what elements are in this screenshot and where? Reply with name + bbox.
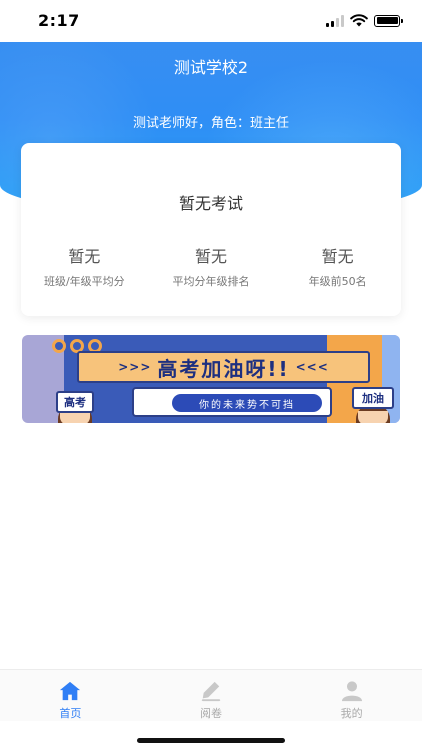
wifi-icon xyxy=(350,14,368,27)
home-indicator[interactable] xyxy=(137,738,285,743)
tab-grading[interactable]: 阅卷 xyxy=(141,670,282,721)
tab-home[interactable]: 首页 xyxy=(0,670,141,721)
stat-value: 暂无 xyxy=(195,247,228,266)
tab-label: 我的 xyxy=(340,707,363,720)
exam-summary-card[interactable]: 暂无考试 暂无 班级/年级平均分 暂无 平均分年级排名 暂无 年级前50名 xyxy=(21,143,401,316)
pen-icon xyxy=(201,681,221,702)
teacher-greeting: 测试老师好，角色：班主任 xyxy=(132,116,289,131)
stat-label: 班级/年级平均分 xyxy=(43,275,125,288)
banner-right-arrows: <<< xyxy=(295,360,329,374)
battery-icon xyxy=(374,14,403,27)
status-bar: 2:17 xyxy=(0,0,422,42)
stat-average-score[interactable]: 暂无 班级/年级平均分 xyxy=(21,243,148,289)
home-icon xyxy=(60,681,81,701)
bottom-tab-bar: 首页 阅卷 我的 xyxy=(0,669,422,721)
stat-label: 平均分年级排名 xyxy=(172,275,250,288)
banner-headline-strip: >>> 高考加油呀!! <<< xyxy=(77,351,370,383)
exam-cheer-banner[interactable]: >>> 高考加油呀!! <<< 你的未来势不可挡 高考 加油 xyxy=(22,335,400,423)
signal-icon xyxy=(326,14,344,27)
status-time: 2:17 xyxy=(38,11,80,30)
tab-label: 首页 xyxy=(59,707,82,720)
exam-title: 暂无考试 xyxy=(178,194,243,213)
exam-stats: 暂无 班级/年级平均分 暂无 平均分年级排名 暂无 年级前50名 xyxy=(21,243,401,289)
tab-profile[interactable]: 我的 xyxy=(281,670,422,721)
tab-label: 阅卷 xyxy=(200,707,222,720)
status-icons xyxy=(326,14,403,27)
student-face-icon xyxy=(358,411,388,423)
banner-left-arrows: >>> xyxy=(118,360,152,374)
stat-label: 年级前50名 xyxy=(308,275,367,288)
banner-right-sign: 加油 xyxy=(352,387,394,409)
light-bulb-icon xyxy=(52,339,66,353)
stat-grade-ranking[interactable]: 暂无 平均分年级排名 xyxy=(148,243,275,289)
banner-subtitle: 你的未来势不可挡 xyxy=(172,394,322,412)
school-name[interactable]: 测试学校2 xyxy=(0,54,422,78)
banner-left-sign: 高考 xyxy=(56,391,94,413)
person-icon xyxy=(341,681,362,702)
stat-top-50[interactable]: 暂无 年级前50名 xyxy=(274,243,401,289)
stat-value: 暂无 xyxy=(68,247,101,266)
banner-headline: 高考加油呀!! xyxy=(157,356,290,381)
stat-value: 暂无 xyxy=(321,247,354,266)
